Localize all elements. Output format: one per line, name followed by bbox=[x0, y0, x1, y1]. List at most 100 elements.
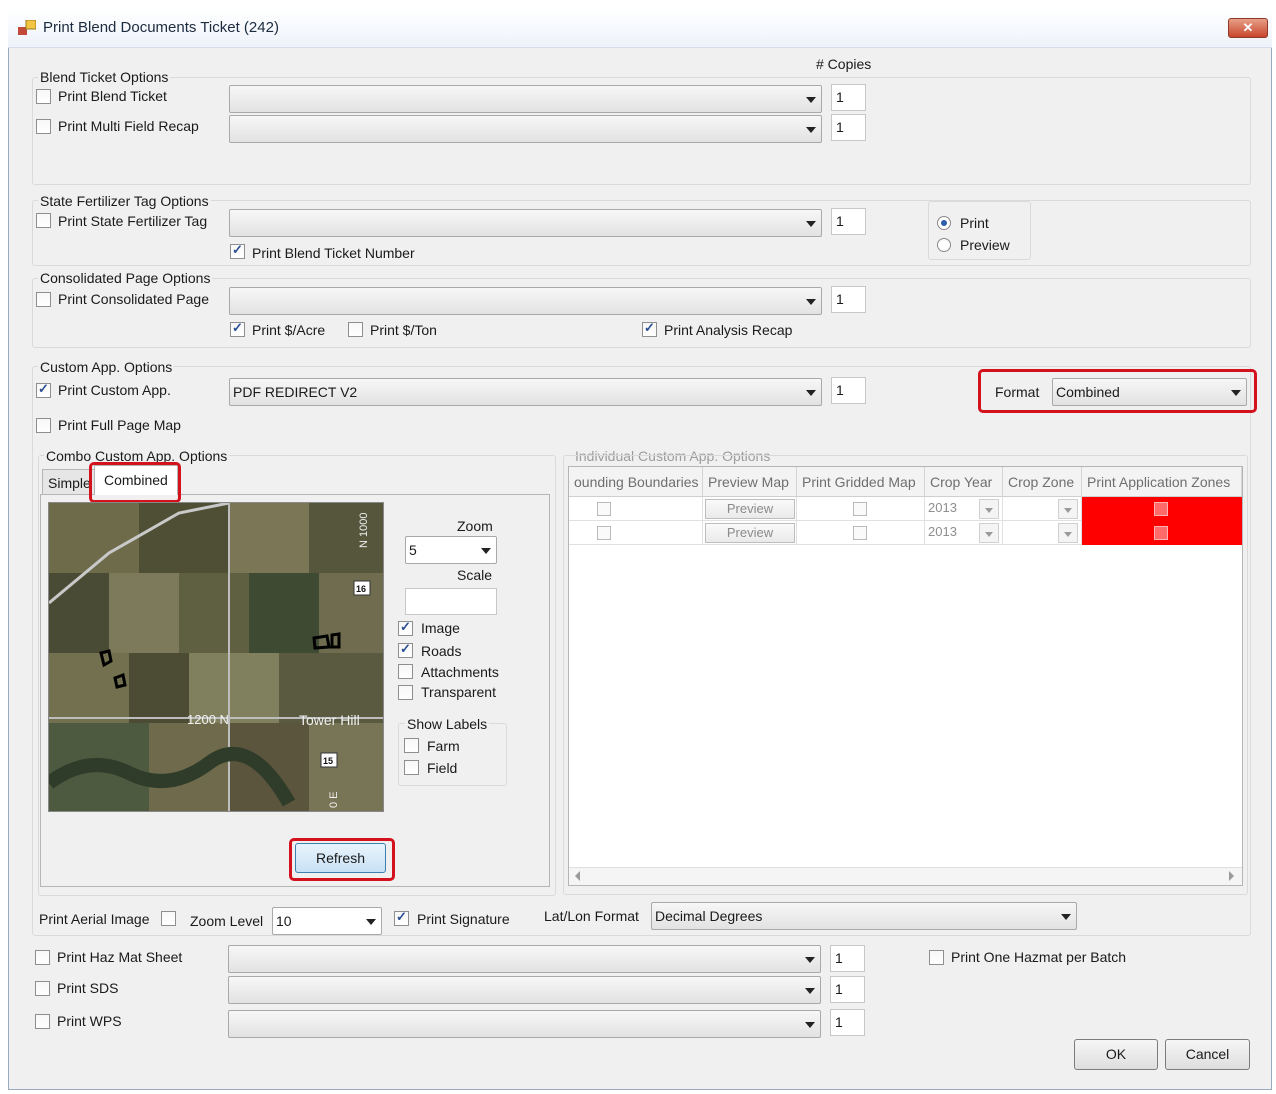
app-icon bbox=[18, 20, 36, 35]
multi-field-copies[interactable]: 1 bbox=[831, 114, 866, 141]
attachments-checkbox[interactable] bbox=[398, 664, 413, 679]
one-hazmat-checkbox[interactable] bbox=[929, 950, 944, 965]
chevron-down-icon bbox=[806, 390, 816, 396]
latlon-dropdown[interactable]: Decimal Degrees bbox=[651, 902, 1077, 930]
map-road-label: 1200 N bbox=[187, 712, 229, 727]
apply-zones-checkbox[interactable] bbox=[1154, 502, 1168, 516]
hazmat-printer-dropdown[interactable] bbox=[228, 945, 821, 973]
col-header[interactable]: Print Gridded Map bbox=[797, 467, 925, 497]
scroll-right-icon[interactable] bbox=[1229, 871, 1234, 881]
field-label: Field bbox=[427, 760, 458, 776]
per-ton-label: Print $/Ton bbox=[370, 322, 437, 338]
preview-map-button[interactable]: Preview bbox=[705, 523, 795, 543]
custom-app-copies[interactable]: 1 bbox=[831, 377, 866, 404]
row-checkbox[interactable] bbox=[597, 502, 611, 516]
zoom-dropdown[interactable]: 5 bbox=[405, 536, 497, 564]
field-checkbox[interactable] bbox=[404, 760, 419, 775]
col-header[interactable]: ounding Boundaries bbox=[569, 467, 703, 497]
gridded-checkbox[interactable] bbox=[853, 502, 867, 516]
map-road-label-2: N 1000 bbox=[358, 513, 370, 548]
col-header[interactable]: Crop Year bbox=[925, 467, 1003, 497]
col-header[interactable]: Print Application Zones bbox=[1082, 467, 1242, 497]
full-page-map-label: Print Full Page Map bbox=[58, 417, 181, 433]
state-tag-printer-dropdown[interactable] bbox=[229, 209, 822, 237]
sds-printer-dropdown[interactable] bbox=[228, 976, 821, 1004]
hazmat-label: Print Haz Mat Sheet bbox=[57, 949, 183, 965]
roads-checkbox[interactable] bbox=[398, 641, 413, 658]
gridded-cell bbox=[797, 497, 925, 521]
image-label: Image bbox=[421, 620, 460, 636]
print-blend-ticket-checkbox[interactable] bbox=[36, 89, 51, 104]
preview-radio[interactable] bbox=[937, 238, 951, 252]
window-title: Print Blend Documents Ticket (242) bbox=[43, 19, 279, 36]
col-header[interactable]: Preview Map bbox=[703, 467, 797, 497]
blend-ticket-copies[interactable]: 1 bbox=[831, 84, 866, 111]
transparent-checkbox[interactable] bbox=[398, 685, 413, 700]
sds-checkbox[interactable] bbox=[35, 981, 50, 996]
farm-checkbox[interactable] bbox=[404, 738, 419, 753]
print-multi-field-label: Print Multi Field Recap bbox=[58, 118, 199, 134]
consolidated-copies[interactable]: 1 bbox=[831, 286, 866, 313]
individual-grid[interactable]: ounding Boundaries Preview Map Print Gri… bbox=[568, 466, 1243, 886]
full-page-map-checkbox[interactable] bbox=[36, 418, 51, 433]
hazmat-copies[interactable]: 1 bbox=[830, 945, 865, 972]
consolidated-printer-dropdown[interactable] bbox=[229, 287, 822, 315]
print-blend-ticket-label: Print Blend Ticket bbox=[58, 88, 167, 104]
image-checkbox[interactable] bbox=[398, 619, 413, 636]
sds-copies[interactable]: 1 bbox=[830, 976, 865, 1003]
map-image: 1200 N Tower Hill N 1000 0 E 16 15 bbox=[49, 503, 383, 811]
col-header[interactable]: Crop Zone bbox=[1003, 467, 1082, 497]
table-row bbox=[569, 521, 703, 545]
per-ton-checkbox[interactable] bbox=[348, 322, 363, 337]
chevron-down-icon[interactable] bbox=[1058, 523, 1078, 543]
close-button[interactable]: ✕ bbox=[1228, 18, 1268, 38]
custom-app-printer-dropdown[interactable]: PDF REDIRECT V2 bbox=[229, 378, 822, 406]
map-road-label-3: 0 E bbox=[328, 791, 340, 808]
print-consolidated-checkbox[interactable] bbox=[36, 292, 51, 307]
ok-button[interactable]: OK bbox=[1074, 1039, 1158, 1070]
map-town-label: Tower Hill bbox=[299, 712, 360, 728]
print-multi-field-checkbox[interactable] bbox=[36, 119, 51, 134]
print-state-tag-label: Print State Fertilizer Tag bbox=[58, 213, 208, 229]
wps-checkbox[interactable] bbox=[35, 1014, 50, 1029]
print-state-tag-checkbox[interactable] bbox=[36, 213, 51, 228]
roads-label: Roads bbox=[421, 643, 462, 659]
preview-cell: Preview bbox=[703, 497, 797, 521]
print-ticket-number-checkbox[interactable] bbox=[230, 242, 245, 259]
apply-zones-checkbox[interactable] bbox=[1154, 526, 1168, 540]
analysis-recap-checkbox[interactable] bbox=[642, 320, 657, 337]
chevron-down-icon bbox=[806, 221, 816, 227]
chevron-down-icon bbox=[806, 299, 816, 305]
chevron-down-icon[interactable] bbox=[979, 499, 999, 519]
wps-copies[interactable]: 1 bbox=[830, 1009, 865, 1036]
gridded-checkbox[interactable] bbox=[853, 526, 867, 540]
blend-ticket-printer-dropdown[interactable] bbox=[229, 85, 822, 113]
aerial-image-label: Print Aerial Image bbox=[39, 911, 150, 927]
chevron-down-icon[interactable] bbox=[979, 523, 999, 543]
aerial-image-checkbox[interactable] bbox=[161, 911, 176, 926]
preview-map-button[interactable]: Preview bbox=[705, 499, 795, 519]
chevron-down-icon[interactable] bbox=[1058, 499, 1078, 519]
cancel-button[interactable]: Cancel bbox=[1165, 1039, 1250, 1070]
chevron-down-icon bbox=[805, 957, 815, 963]
gridded-cell bbox=[797, 521, 925, 545]
wps-printer-dropdown[interactable] bbox=[228, 1010, 821, 1038]
multi-field-printer-dropdown[interactable] bbox=[229, 115, 822, 143]
zoom-level-dropdown[interactable]: 10 bbox=[272, 907, 382, 935]
signature-checkbox[interactable] bbox=[394, 909, 409, 926]
per-acre-checkbox[interactable] bbox=[230, 320, 245, 337]
scroll-left-icon[interactable] bbox=[575, 871, 580, 881]
format-dropdown[interactable]: Combined bbox=[1052, 378, 1247, 406]
row-checkbox[interactable] bbox=[597, 526, 611, 540]
horizontal-scrollbar[interactable] bbox=[569, 867, 1242, 885]
state-tag-copies[interactable]: 1 bbox=[831, 208, 866, 235]
print-custom-app-checkbox[interactable] bbox=[36, 381, 51, 398]
transparent-label: Transparent bbox=[421, 684, 496, 700]
print-radio[interactable] bbox=[937, 216, 951, 230]
aerial-map[interactable]: 1200 N Tower Hill N 1000 0 E 16 15 bbox=[48, 502, 384, 812]
apply-zones-cell bbox=[1082, 497, 1242, 521]
chevron-down-icon bbox=[806, 127, 816, 133]
scale-input[interactable] bbox=[405, 588, 497, 615]
hazmat-checkbox[interactable] bbox=[35, 950, 50, 965]
chevron-down-icon bbox=[1061, 914, 1071, 920]
